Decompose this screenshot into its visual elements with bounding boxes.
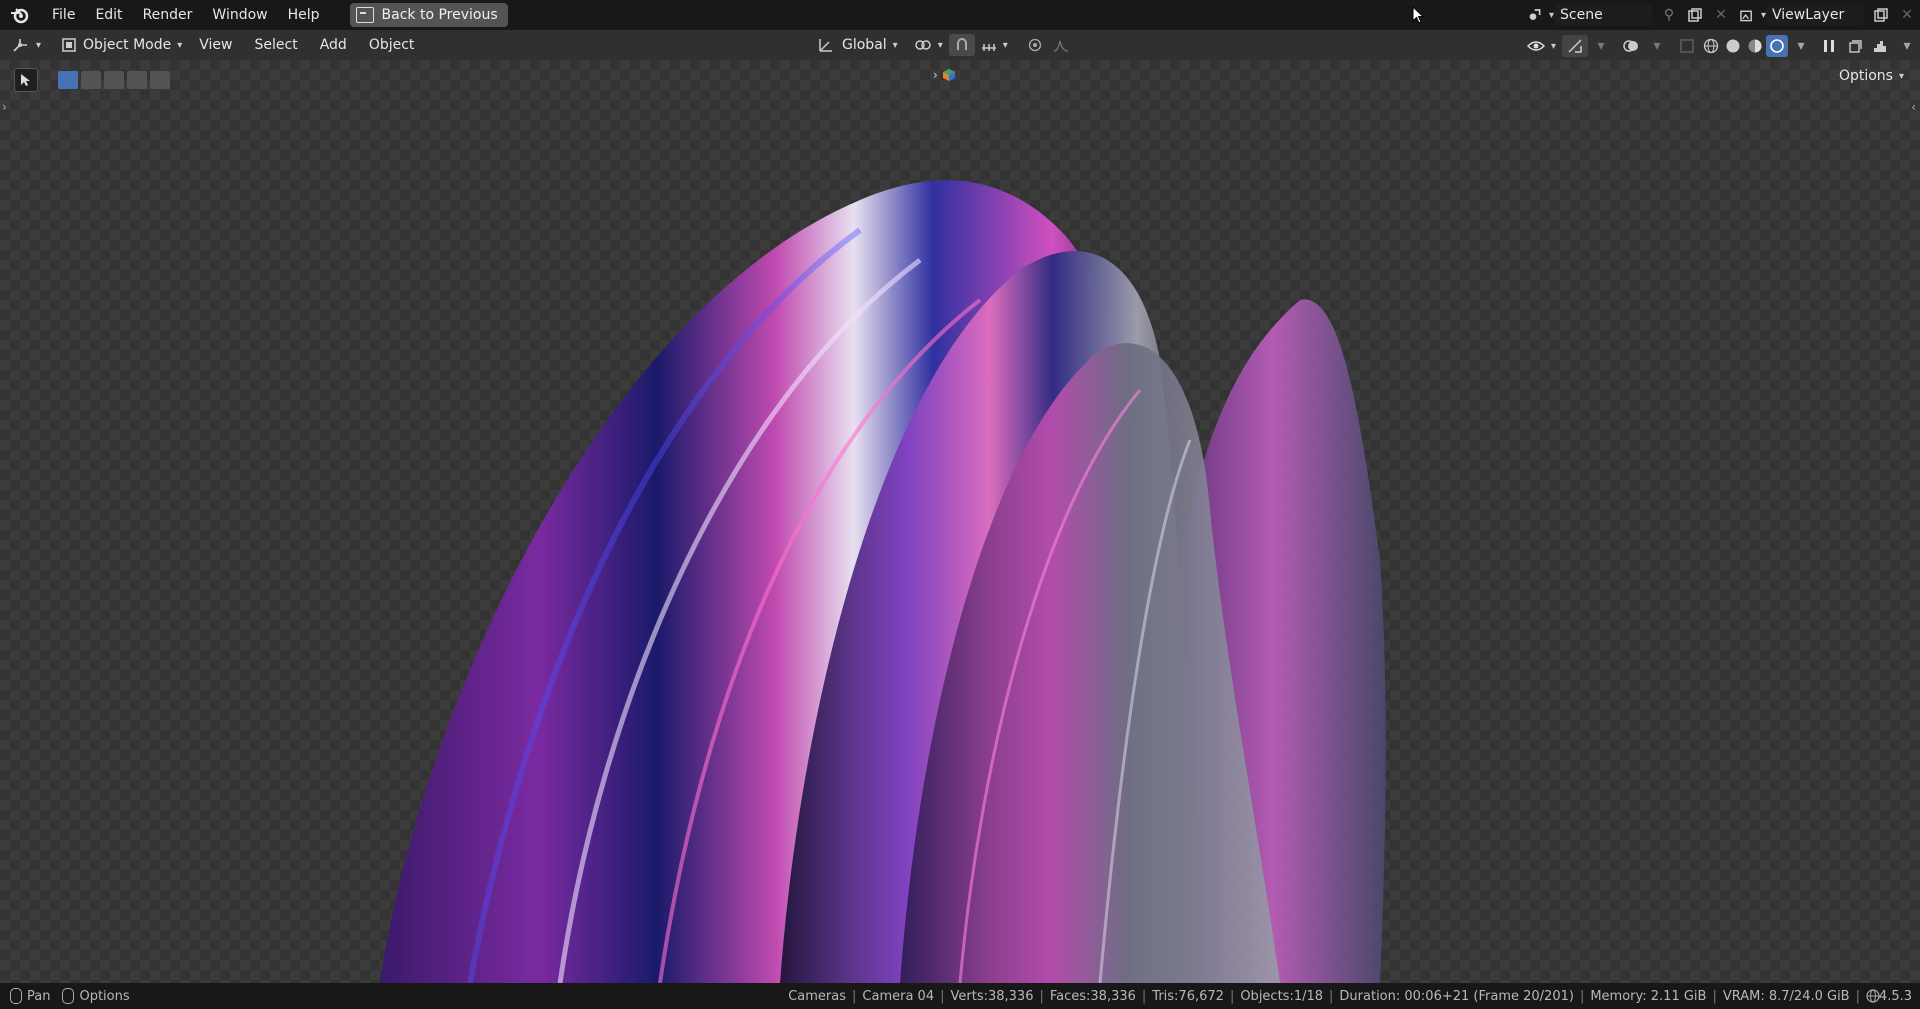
menu-help[interactable]: Help	[278, 0, 330, 30]
tool-row	[14, 68, 173, 92]
stat-memory: Memory: 2.11 GiB	[1590, 988, 1707, 1004]
mouse-cursor-icon	[1412, 5, 1425, 28]
menu-select[interactable]: Select	[244, 37, 309, 53]
top-right-controls: ▾ Scene ⚲ ✕ ▾ ViewLayer ✕	[1528, 0, 1920, 30]
menu-view[interactable]: View	[188, 37, 243, 53]
3d-viewport[interactable]: › Options ▾ › ‹	[0, 60, 1920, 983]
pan-hint: Pan	[27, 988, 51, 1004]
stat-duration: Duration: 00:06+21 (Frame 20/201)	[1339, 988, 1574, 1004]
menu-object[interactable]: Object	[358, 37, 426, 53]
view-layer-field[interactable]: ViewLayer	[1766, 4, 1864, 26]
stat-active-object: Camera 04	[862, 988, 935, 1004]
select-new-mode-icon[interactable]	[58, 71, 78, 89]
stat-vram: VRAM: 8.7/24.0 GiB	[1722, 988, 1850, 1004]
falloff-icon[interactable]	[1048, 34, 1074, 56]
eye-icon	[1526, 41, 1545, 51]
pause-render-icon[interactable]	[1816, 35, 1842, 57]
viewport-options-dropdown[interactable]: Options ▾	[1831, 65, 1912, 87]
stat-verts: Verts:38,336	[950, 988, 1034, 1004]
render-preview-image	[380, 180, 1386, 983]
options-hint: Options	[79, 988, 130, 1004]
collection-breadcrumb[interactable]: ›	[933, 68, 956, 82]
pivot-point-selector[interactable]: ▾	[908, 33, 949, 57]
viewport-display-controls: ▾ ▾ ▾ ▾ ▾	[1521, 34, 1920, 58]
render-passes-icon[interactable]	[1842, 35, 1868, 57]
gizmo-toggle-icon[interactable]	[1562, 35, 1588, 57]
scene-statistics: Cameras | Camera 04 | Verts:38,336 | Faces:…	[788, 989, 1880, 1004]
new-scene-icon[interactable]	[1682, 4, 1708, 26]
orientation-label: Global	[842, 37, 887, 53]
stat-faces: Faces:38,336	[1049, 988, 1136, 1004]
snap-target-selector[interactable]: ▾	[975, 33, 1014, 57]
3d-viewport-icon	[13, 39, 27, 52]
back-to-previous-label: Back to Previous	[381, 7, 498, 23]
proportional-editing-icon[interactable]	[1022, 34, 1048, 56]
select-invert-mode-icon[interactable]	[127, 71, 147, 89]
stat-collection: Cameras	[788, 988, 847, 1004]
select-intersect-mode-icon[interactable]	[150, 71, 170, 89]
overlays-toggle-icon[interactable]	[1618, 35, 1644, 57]
select-extend-mode-icon[interactable]	[81, 71, 101, 89]
select-tool-icon[interactable]	[14, 68, 38, 92]
solid-shading-icon[interactable]	[1722, 35, 1744, 57]
rendered-shading-icon[interactable]	[1766, 35, 1788, 57]
shading-dropdown-icon[interactable]: ▾	[1788, 35, 1814, 57]
mouse-middle-icon	[10, 988, 22, 1004]
stat-objects: Objects:1/18	[1240, 988, 1324, 1004]
mode-label: Object Mode	[83, 37, 172, 53]
snap-toggle-icon[interactable]	[948, 34, 975, 56]
stat-tris: Tris:76,672	[1152, 988, 1224, 1004]
visibility-selector[interactable]: ▾	[1521, 34, 1562, 58]
editor-type-selector[interactable]: ▾	[6, 33, 47, 57]
orientation-icon	[819, 39, 832, 52]
version-label: 4.5.3	[1878, 988, 1912, 1004]
overlays-dropdown-icon[interactable]: ▾	[1644, 35, 1670, 57]
blender-logo-icon[interactable]	[8, 3, 32, 27]
view-layer-selector-icon[interactable]: ▾	[1740, 4, 1766, 26]
sidebar-expand-icon[interactable]: ‹	[1911, 100, 1916, 114]
header-dropdown-icon[interactable]: ▾	[1894, 35, 1920, 57]
pivot-icon	[914, 40, 931, 50]
back-icon	[355, 7, 374, 23]
snap-increment-icon	[981, 44, 996, 51]
transform-orientation-selector[interactable]: Global ▾	[812, 33, 904, 57]
status-hints: Pan Options	[0, 988, 130, 1004]
chevron-right-icon: ›	[933, 68, 938, 82]
viewport-options-label: Options	[1838, 68, 1893, 84]
toolbar-expand-icon[interactable]: ›	[2, 100, 7, 114]
mouse-right-icon	[62, 988, 75, 1004]
status-bar: Pan Options Cameras | Camera 04 | Verts:38…	[0, 983, 1920, 1009]
menu-render[interactable]: Render	[133, 0, 203, 30]
material-preview-shading-icon[interactable]	[1744, 35, 1766, 57]
transform-tools: Global ▾ ▾ ▾	[812, 33, 1074, 57]
histogram-icon[interactable]	[1868, 35, 1894, 57]
menu-add[interactable]: Add	[309, 37, 358, 53]
top-bar: File Edit Render Window Help Back to Pre…	[0, 0, 1920, 30]
view-layer-name: ViewLayer	[1772, 7, 1845, 23]
wireframe-shading-icon[interactable]	[1700, 35, 1722, 57]
scene-name: Scene	[1560, 7, 1603, 23]
select-subtract-mode-icon[interactable]	[104, 71, 124, 89]
menu-window[interactable]: Window	[202, 0, 277, 30]
delete-view-layer-icon[interactable]: ✕	[1894, 4, 1920, 26]
viewport-header: ▾ Object Mode ▾ View Select Add Object G…	[0, 30, 1920, 60]
back-to-previous-button[interactable]: Back to Previous	[349, 3, 508, 27]
object-data-icon	[942, 69, 955, 81]
new-view-layer-icon[interactable]	[1868, 4, 1894, 26]
pin-icon[interactable]: ⚲	[1656, 4, 1682, 26]
menu-edit[interactable]: Edit	[85, 0, 132, 30]
mode-selector[interactable]: Object Mode ▾	[55, 33, 188, 57]
menu-file[interactable]: File	[42, 0, 85, 30]
globe-icon	[1866, 989, 1880, 1003]
gizmo-dropdown-icon[interactable]: ▾	[1588, 35, 1614, 57]
object-mode-icon	[62, 38, 76, 52]
xray-toggle-icon[interactable]	[1674, 35, 1700, 57]
scene-name-field[interactable]: Scene	[1554, 4, 1652, 26]
delete-scene-icon[interactable]: ✕	[1708, 4, 1734, 26]
scene-selector-icon[interactable]: ▾	[1528, 4, 1554, 26]
